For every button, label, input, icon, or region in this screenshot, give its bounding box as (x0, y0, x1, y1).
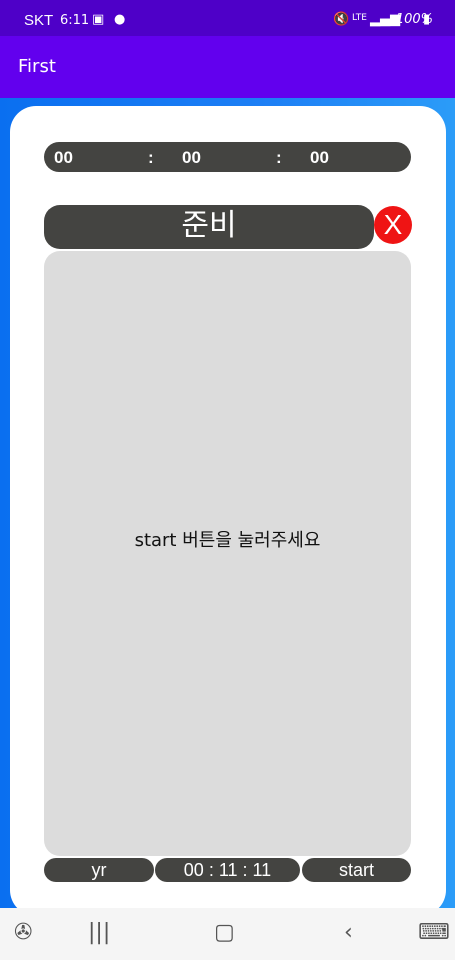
carrier-label: SKT (24, 12, 54, 29)
back-icon[interactable]: ‹ (344, 920, 353, 945)
close-button[interactable]: X (374, 206, 412, 244)
game-area[interactable]: start 버튼을 눌러주세요 (44, 251, 411, 856)
home-icon[interactable]: ▢ (214, 920, 235, 945)
game-launcher-icon[interactable]: ✇ (14, 920, 32, 945)
gallery-icon: ▣ (92, 12, 105, 27)
timer-minutes: 00 (182, 148, 201, 167)
timer-display: 00 : 00 : 00 (44, 142, 411, 172)
status-bar: SKT 6:11 ▣ ● 🔇 LTE ▂▄▆ 100% ▮ (0, 0, 455, 36)
status-time: 6:11 (60, 13, 90, 28)
app-title: First (18, 56, 56, 77)
instruction-message: start 버튼을 눌러주세요 (134, 530, 321, 551)
lte-icon: LTE (352, 13, 367, 23)
system-nav-bar: ✇ ||| ▢ ‹ ⌨ (0, 908, 455, 960)
battery-icon: ▮ (423, 12, 431, 27)
app-bar: First (0, 36, 455, 98)
app-notification-icon: ● (114, 12, 126, 27)
left-control-button[interactable]: yr (44, 858, 154, 882)
recent-apps-icon[interactable]: ||| (88, 920, 110, 945)
elapsed-clock: 00 : 11 : 11 (155, 858, 300, 882)
timer-seconds: 00 (310, 148, 329, 167)
start-button[interactable]: start (302, 858, 411, 882)
mute-icon: 🔇 (333, 12, 350, 27)
game-state-label: 준비 (44, 205, 374, 249)
timer-separator: : (276, 148, 282, 167)
timer-hours: 00 (54, 148, 73, 167)
keyboard-toggle-icon[interactable]: ⌨ (418, 920, 450, 945)
timer-separator: : (148, 148, 154, 167)
